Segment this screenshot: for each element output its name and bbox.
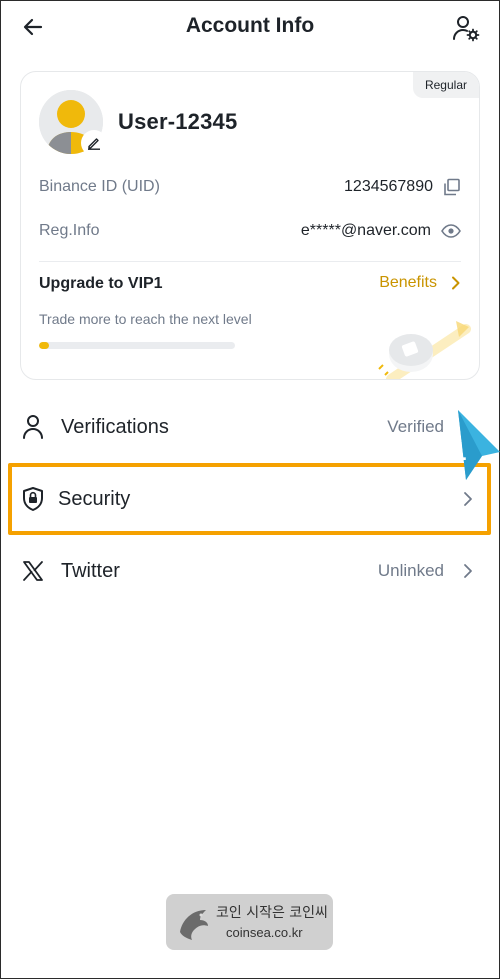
- user-gear-icon: [453, 16, 480, 42]
- menu-item-security[interactable]: Security: [0, 471, 500, 527]
- user-level-badge: Regular: [412, 72, 479, 98]
- step-pointer: 1: [436, 408, 500, 488]
- twitter-link-status: Unlinked: [377, 561, 444, 580]
- copy-icon[interactable]: [443, 178, 461, 196]
- vip-hint: Trade more to reach the next level: [39, 311, 252, 327]
- dolphin-logo-icon: [180, 910, 208, 940]
- avatar[interactable]: [39, 90, 107, 156]
- reg-info-row: Reg.Info e*****@naver.com: [39, 219, 461, 243]
- vip-progress-bar: [39, 342, 235, 349]
- x-logo-icon: [20, 558, 46, 584]
- chevron-right-icon: [452, 276, 460, 290]
- benefits-link[interactable]: Benefits: [379, 274, 461, 292]
- watermark: 코인 시작은 코인씨 coinsea.co.kr: [166, 894, 333, 950]
- menu-item-verifications[interactable]: Verifications Verified: [0, 399, 500, 455]
- card-divider: [39, 261, 461, 262]
- uid-label: Binance ID (UID): [39, 178, 160, 195]
- page-title: Account Info: [185, 14, 315, 37]
- menu-item-label: Twitter: [61, 559, 120, 582]
- menu-item-label: Verifications: [61, 415, 169, 438]
- step-number: 1: [452, 436, 466, 466]
- chevron-right-icon: [460, 563, 476, 579]
- benefits-label: Benefits: [379, 274, 437, 291]
- watermark-url: coinsea.co.kr: [226, 925, 303, 940]
- watermark-slogan: 코인 시작은 코인씨: [216, 905, 328, 921]
- uid-row: Binance ID (UID) 1234567890: [39, 175, 461, 199]
- user-icon: [20, 414, 46, 440]
- chevron-right-icon: [460, 491, 476, 507]
- account-settings-button[interactable]: [450, 12, 482, 44]
- uid-value: 1234567890: [344, 178, 433, 195]
- edit-avatar-button[interactable]: [81, 130, 107, 156]
- vip-upgrade-title: Upgrade to VIP1: [39, 275, 163, 292]
- eye-icon[interactable]: [441, 223, 461, 239]
- coin-illustration-icon: [378, 321, 471, 379]
- shield-lock-icon: [20, 486, 46, 512]
- arrow-pointer-icon: 1: [452, 410, 500, 480]
- username: User-12345: [118, 109, 238, 134]
- reg-info-value: e*****@naver.com: [300, 222, 431, 239]
- pencil-icon: [88, 138, 100, 150]
- profile-card: Regular User-12345 Binance ID (UID) 1234…: [20, 71, 480, 380]
- vip-progress-fill: [39, 342, 49, 349]
- reg-info-label: Reg.Info: [39, 222, 100, 239]
- menu-item-twitter[interactable]: Twitter Unlinked: [0, 543, 500, 599]
- menu-item-label: Security: [58, 487, 131, 510]
- header: Account Info: [0, 0, 500, 56]
